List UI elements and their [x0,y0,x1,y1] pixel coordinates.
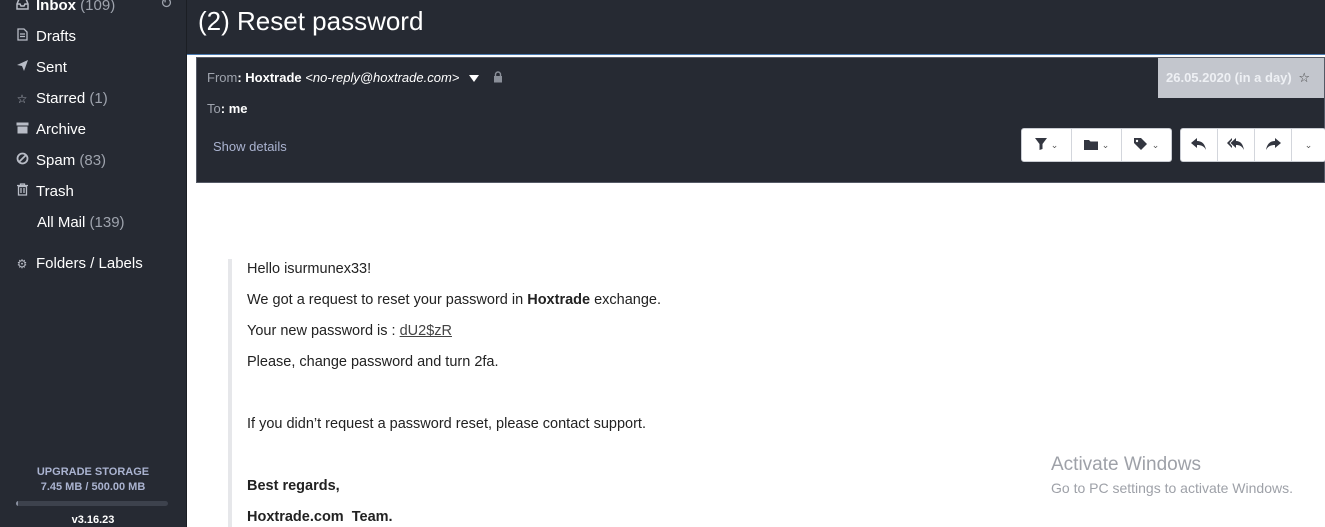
sender-name[interactable]: Hoxtrade [245,70,301,85]
show-details-link[interactable]: Show details [213,139,287,154]
tag-icon [1133,137,1148,153]
from-label: From [207,70,238,85]
sidebar-item-spam[interactable]: Spam (83) [14,149,106,173]
sidebar-item-inbox[interactable]: Inbox (109) [14,0,115,18]
starred-count: (1) [89,90,108,107]
gear-icon: ⚙ [16,257,28,271]
star-toggle-icon[interactable]: ☆ [1298,70,1310,85]
star-icon: ☆ [16,92,28,106]
sidebar-item-label: Spam [36,152,76,169]
app-version: v3.16.23 [71,514,115,526]
sidebar-item-label: Archive [36,121,87,138]
label-button[interactable]: ⌄ [1122,129,1171,161]
date-text: 26.05.2020 (in a day) [1166,70,1292,85]
sidebar-item-label: Starred [36,90,86,107]
body-line-4: If you didn’t request a password reset, … [247,416,646,432]
sidebar-item-label: Sent [36,59,67,76]
reply-all-icon [1227,137,1245,153]
trash-icon [14,180,30,204]
activate-windows-subtitle: Go to PC settings to activate Windows. [1051,480,1293,496]
lock-icon [493,70,503,85]
forward-icon [1265,137,1281,153]
closing: Best regards, [247,478,340,494]
reply-icon [1191,137,1207,153]
all-mail-count: (139) [89,214,125,231]
body-line-3: Please, change password and turn 2fa. [247,354,499,370]
sidebar-item-label: All Mail [37,214,86,231]
paper-plane-icon [14,56,30,80]
chevron-down-icon: ⌄ [1101,139,1110,150]
reply-all-button[interactable] [1218,129,1255,161]
recipient[interactable]: me [229,101,248,116]
forward-button[interactable] [1255,129,1292,161]
from-line: From: Hoxtrade <no-reply@hoxtrade.com> [207,70,503,85]
reply-toolbar: ⌄ [1180,128,1325,162]
archive-icon [14,118,30,142]
sidebar-item-label: Folders / Labels [36,255,143,272]
refresh-icon[interactable]: ↻ [160,0,173,12]
sidebar-item-label: Drafts [36,28,77,45]
sidebar-item-label: Trash [36,183,74,200]
page-title: (2) Reset password [198,6,424,36]
sidebar-item-trash[interactable]: Trash [14,180,74,204]
sidebar-item-folders-labels[interactable]: ⚙ Folders / Labels [14,252,143,276]
body-line-1: We got a request to reset your password … [247,292,662,308]
sidebar: Inbox (109) ↻ Drafts Sent ☆ Starred (1) A… [0,0,187,527]
greeting: Hello isurmunex33! [247,261,372,277]
message-header: (2) Reset password [187,0,1325,55]
move-to-folder-button[interactable]: ⌄ [1072,129,1122,161]
chevron-down-icon: ⌄ [1304,139,1313,150]
sidebar-item-drafts[interactable]: Drafts [14,25,76,49]
sidebar-item-starred[interactable]: ☆ Starred (1) [14,87,108,111]
folder-icon [1083,138,1098,153]
sender-email[interactable]: <no-reply@hoxtrade.com> [305,70,459,85]
reply-button[interactable] [1181,129,1218,161]
storage-usage: 7.45 MB / 500.00 MB [40,481,146,493]
inbox-icon [14,0,30,18]
message-meta: From: Hoxtrade <no-reply@hoxtrade.com> T… [196,57,1325,183]
password-link[interactable]: dU2$zR [400,323,452,339]
storage-progress-fill [16,501,19,506]
to-label: To [207,101,221,116]
sidebar-item-all-mail[interactable]: All Mail (139) [37,211,125,235]
message-body: Hello isurmunex33! We got a request to r… [228,259,661,527]
sidebar-item-label: Inbox [36,0,76,14]
message-date: 26.05.2020 (in a day) ☆ [1158,58,1324,98]
message-actions-toolbar: ⌄ ⌄ ⌄ [1021,128,1172,162]
signature: Hoxtrade.com Team. [247,509,393,525]
filter-icon [1034,137,1047,153]
body-line-2: Your new password is : dU2$zR [247,323,452,339]
more-actions-button[interactable]: ⌄ [1292,129,1325,161]
to-line: To: me [207,101,248,116]
caret-down-icon[interactable] [469,70,483,85]
sidebar-item-archive[interactable]: Archive [14,118,86,142]
inbox-count: (109) [80,0,116,14]
ban-icon [14,149,30,173]
chevron-down-icon: ⌄ [1050,139,1059,150]
upgrade-storage-link[interactable]: UPGRADE STORAGE [0,466,186,478]
document-icon [14,25,30,49]
activate-windows-title: Activate Windows [1051,454,1201,475]
spam-count: (83) [79,152,107,169]
company-name: Hoxtrade [527,292,591,308]
chevron-down-icon: ⌄ [1151,139,1160,150]
sidebar-item-sent[interactable]: Sent [14,56,67,80]
filter-button[interactable]: ⌄ [1022,129,1072,161]
storage-progress-bar [16,501,168,506]
